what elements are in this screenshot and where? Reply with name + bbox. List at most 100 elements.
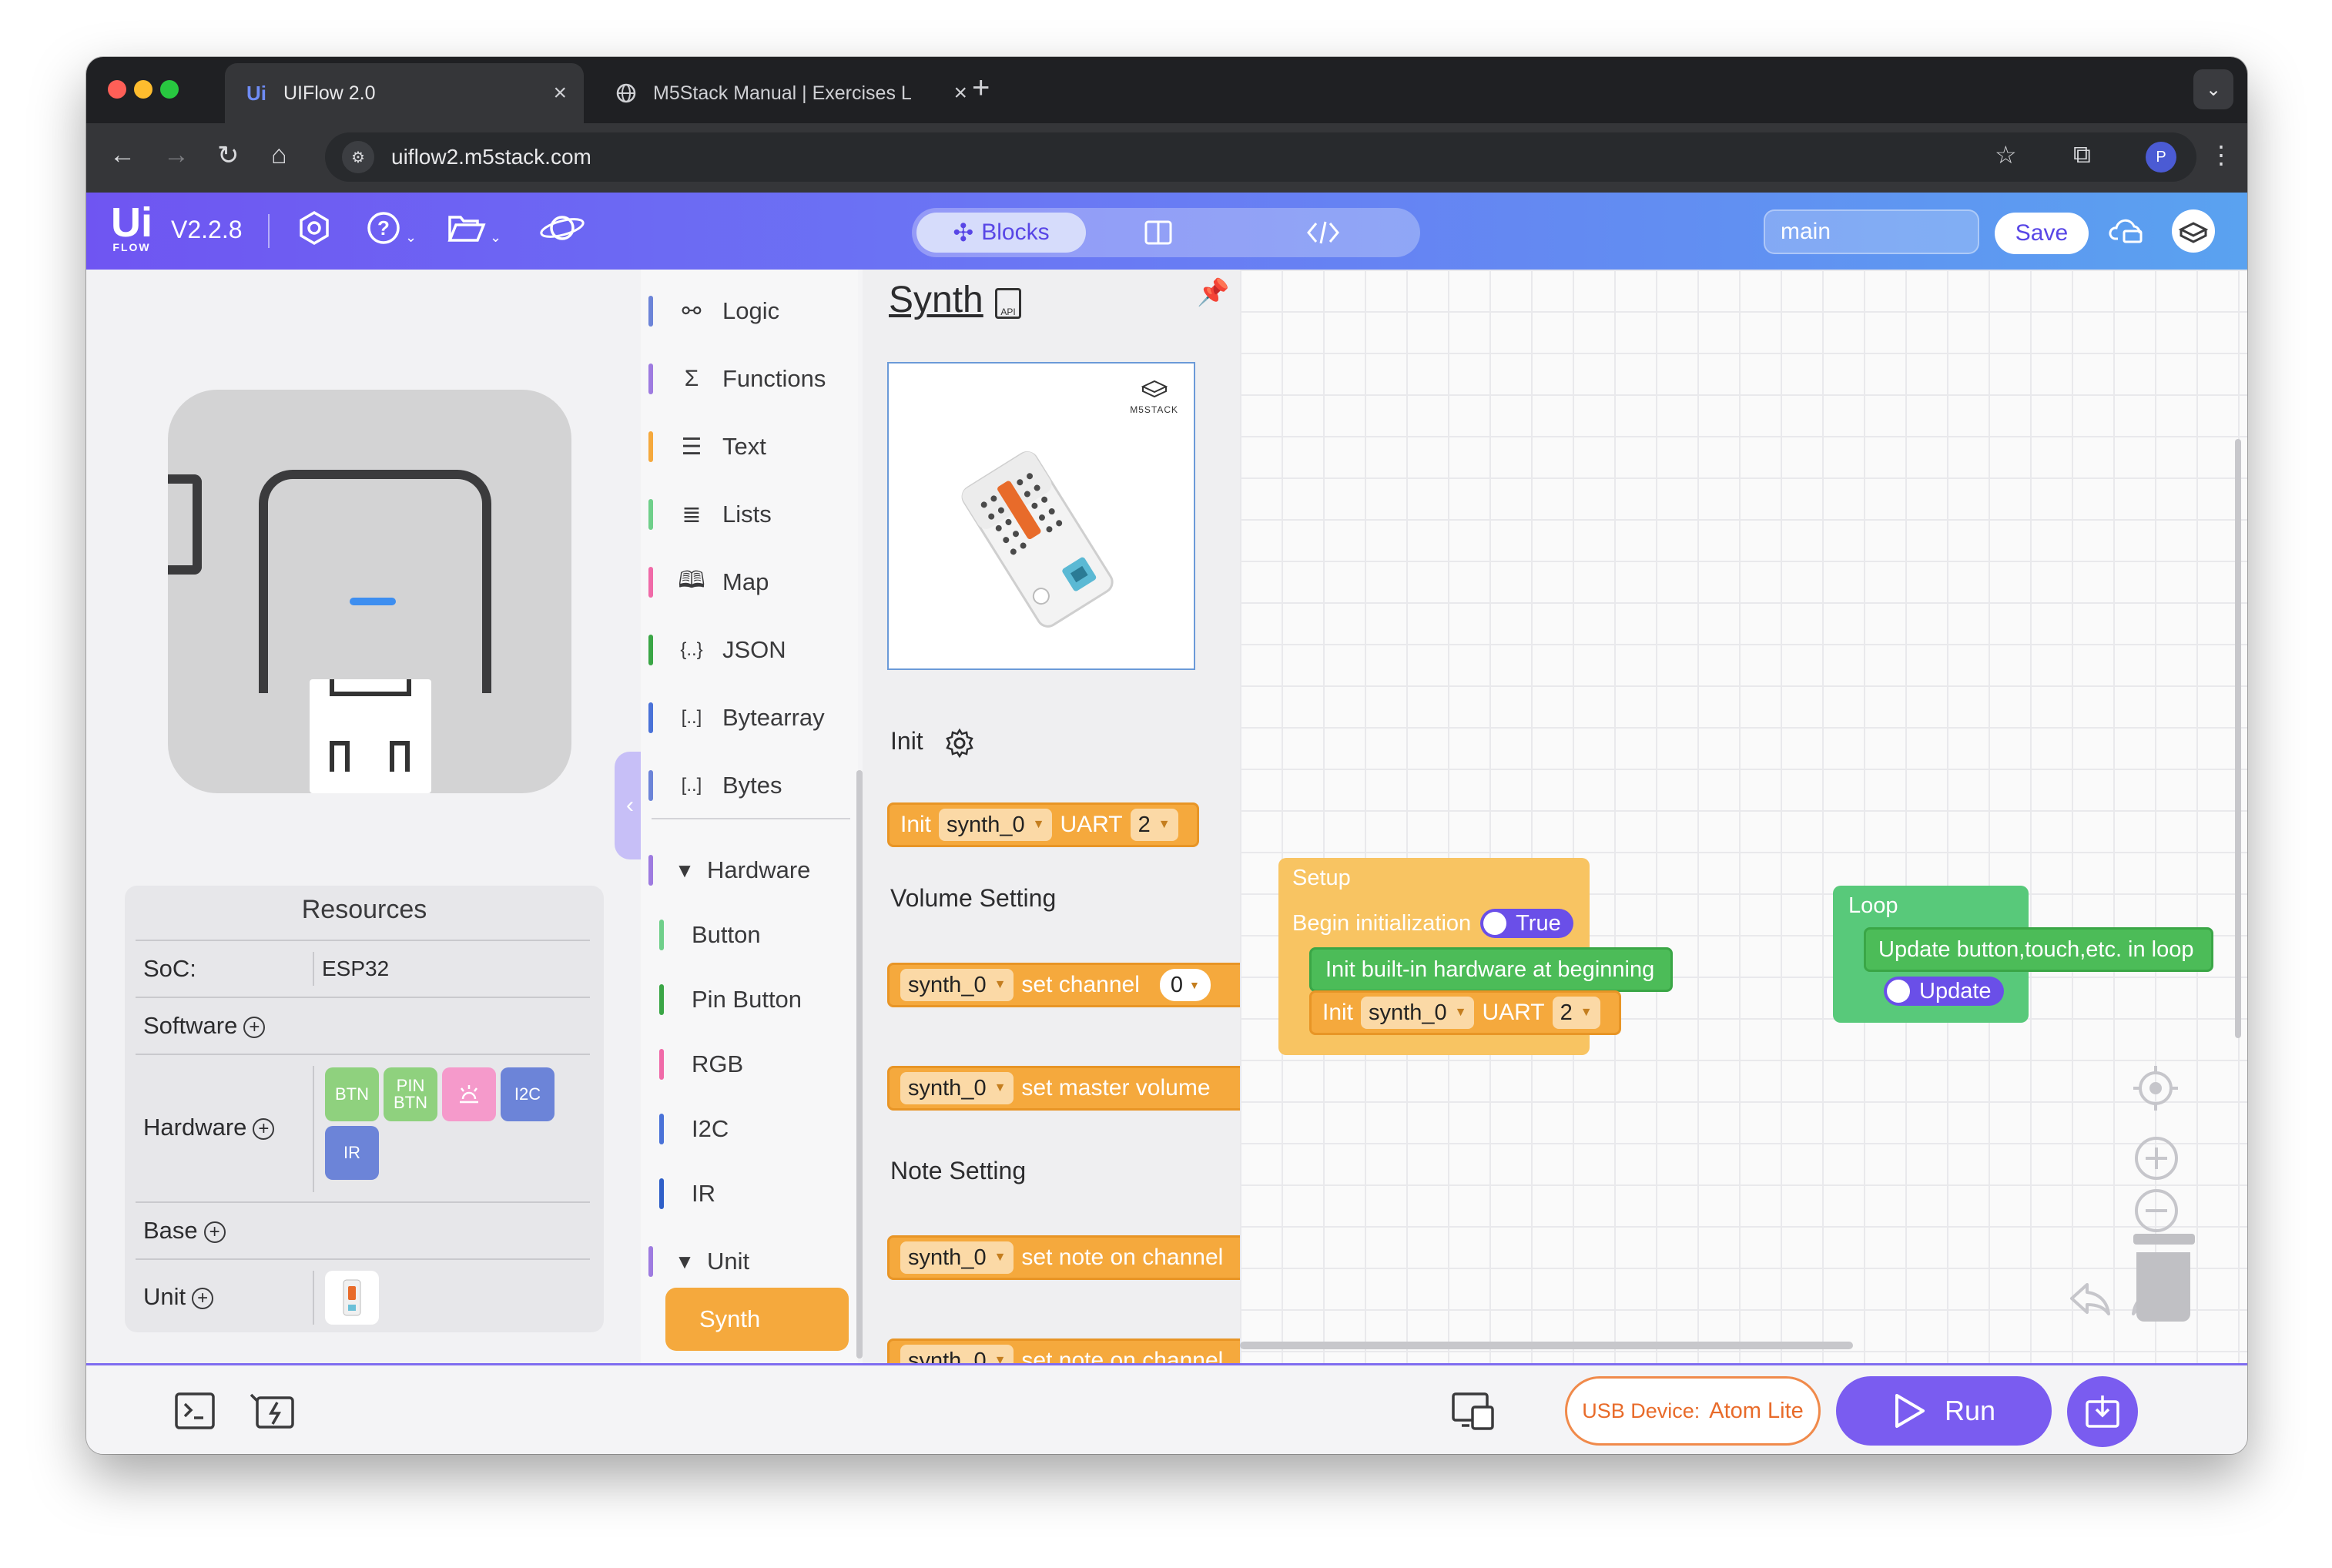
back-icon[interactable]: ← [109, 140, 136, 170]
add-base-icon[interactable]: + [203, 1221, 226, 1243]
save-button[interactable]: Save [1995, 213, 2089, 254]
category-i2c[interactable]: I2C [648, 1106, 729, 1152]
add-software-icon[interactable]: + [243, 1016, 266, 1038]
planet-icon[interactable] [539, 209, 585, 257]
undo-icon[interactable] [2069, 1280, 2112, 1328]
category-functions[interactable]: Σ Functions [648, 356, 826, 402]
update-toggle[interactable]: Update [1884, 977, 2004, 1007]
workspace-vertical-scrollbar[interactable] [2235, 439, 2241, 1038]
workspace-horizontal-scrollbar[interactable] [1240, 1342, 1853, 1349]
variable-dropdown[interactable]: synth_0 ▼ [900, 969, 1014, 1001]
init-builtin-hardware-block[interactable]: Init built-in hardware at beginning [1309, 947, 1673, 992]
tab-code[interactable] [1277, 213, 1369, 253]
category-map[interactable]: 🕮 Map [648, 559, 769, 605]
base-label[interactable]: Base + [143, 1217, 226, 1245]
browser-menu-icon[interactable]: ⋮ [2209, 140, 2233, 169]
unit-label[interactable]: Unit + [143, 1283, 214, 1311]
close-tab-icon[interactable]: × [553, 80, 567, 106]
download-to-device-button[interactable] [2067, 1376, 2138, 1447]
terminal-icon[interactable] [174, 1392, 216, 1439]
project-name-input[interactable]: main [1764, 209, 1979, 254]
category-button[interactable]: Button [648, 912, 761, 958]
cloud-sync-icon[interactable] [2109, 213, 2146, 254]
device-avatar-icon[interactable] [2170, 208, 2216, 262]
category-logic[interactable]: ⚯ Logic [648, 288, 779, 334]
variable-dropdown[interactable]: synth_0 ▼ [900, 1241, 1014, 1274]
set-channel-block[interactable]: synth_0 ▼ set channel 0 ▼ [887, 963, 1240, 1007]
category-pin-button[interactable]: Pin Button [648, 977, 802, 1023]
tab-uiflow[interactable]: Ui UIFlow 2.0 × [225, 63, 584, 123]
variable-dropdown[interactable]: synth_0 ▼ [900, 1072, 1014, 1104]
trash-icon[interactable] [2133, 1234, 2195, 1322]
tab-search-chevron-icon[interactable]: ⌄ [2193, 69, 2233, 109]
profile-avatar[interactable]: P [2146, 142, 2176, 173]
zoom-in-icon[interactable] [2133, 1135, 2180, 1191]
triangle-down-icon: ▼ [675, 858, 695, 882]
hardware-label[interactable]: Hardware + [143, 1114, 275, 1141]
hardware-chip-i2c[interactable]: I2C [501, 1067, 555, 1121]
hardware-chip-pin-btn[interactable]: PIN BTN [384, 1067, 437, 1121]
variable-dropdown[interactable]: synth_0 ▼ [1361, 997, 1475, 1029]
tab-split-view[interactable] [1112, 213, 1205, 253]
category-hardware[interactable]: ▼ Hardware [648, 847, 810, 893]
category-text[interactable]: ☰ Text [648, 424, 766, 470]
category-json[interactable]: {..} JSON [648, 627, 786, 673]
uart-dropdown[interactable]: 2 ▼ [1130, 809, 1178, 841]
reload-icon[interactable]: ↻ [217, 140, 240, 171]
update-in-loop-block[interactable]: Update button,touch,etc. in loop [1864, 927, 2213, 972]
update-toggle-pill[interactable]: Update [1884, 977, 2004, 1006]
loop-block[interactable]: Loop Update button,touch,etc. in loop Up… [1833, 886, 2213, 1023]
set-note-on-channel-block[interactable]: synth_0 ▼ set note on channel [887, 1235, 1240, 1280]
flash-firmware-icon[interactable] [250, 1392, 296, 1439]
category-lists[interactable]: ≣ Lists [648, 491, 772, 538]
flyout-title[interactable]: Synth [889, 279, 983, 321]
channel-number-field[interactable]: 0 ▼ [1159, 969, 1211, 1001]
categories-scrollbar[interactable] [856, 770, 863, 1359]
init-block[interactable]: Init synth_0 ▼ UART 2 ▼ [887, 802, 1199, 847]
variable-dropdown[interactable]: synth_0 ▼ [900, 1345, 1014, 1363]
gear-icon[interactable] [944, 727, 975, 758]
variable-dropdown[interactable]: synth_0 ▼ [939, 809, 1053, 841]
set-note-on-channel-block[interactable]: synth_0 ▼ set note on channel [887, 1338, 1240, 1363]
extensions-icon[interactable]: ⧉ [2073, 140, 2091, 169]
bookmark-star-icon[interactable]: ☆ [1995, 140, 2017, 169]
api-doc-icon[interactable]: API [995, 288, 1021, 319]
zoom-window-button[interactable] [160, 80, 179, 99]
category-synth[interactable]: Synth [665, 1288, 849, 1351]
category-bytearray[interactable]: [..] Bytearray [648, 695, 825, 741]
uart-dropdown[interactable]: 2 ▼ [1552, 997, 1600, 1029]
setup-block[interactable]: Setup Begin initialization True Init bui… [1278, 858, 1673, 1055]
close-window-button[interactable] [108, 80, 126, 99]
settings-hexagon-icon[interactable] [296, 209, 333, 257]
add-unit-icon[interactable]: + [192, 1287, 214, 1309]
software-label[interactable]: Software + [143, 1012, 266, 1040]
close-tab-icon[interactable]: × [953, 80, 967, 106]
recenter-icon[interactable] [2130, 1063, 2181, 1123]
address-bar[interactable]: ⚙ uiflow2.m5stack.com [325, 132, 2196, 182]
synth-unit-thumbnail[interactable] [325, 1271, 379, 1325]
pin-icon[interactable]: 📌 [1197, 277, 1229, 308]
usb-device-status[interactable]: USB Device: Atom Lite [1565, 1376, 1821, 1446]
hardware-chip-ir[interactable]: IR [325, 1126, 379, 1180]
forward-icon[interactable]: → [163, 140, 189, 170]
category-unit[interactable]: ▼ Unit [648, 1238, 749, 1285]
category-bytes[interactable]: [..] Bytes [648, 762, 782, 809]
hardware-chip-rgb[interactable] [442, 1067, 496, 1121]
site-settings-icon[interactable]: ⚙ [342, 141, 374, 173]
new-tab-button[interactable]: + [972, 71, 990, 106]
category-ir[interactable]: IR [648, 1171, 715, 1217]
help-icon[interactable]: ? ⌄ [365, 209, 417, 259]
open-folder-icon[interactable]: ⌄ [447, 209, 501, 259]
run-button[interactable]: Run [1836, 1376, 2052, 1446]
blocks-workspace[interactable]: Setup Begin initialization True Init bui… [1240, 270, 2247, 1363]
home-icon[interactable]: ⌂ [271, 140, 287, 170]
set-master-volume-block[interactable]: synth_0 ▼ set master volume [887, 1066, 1240, 1111]
device-screen-icon[interactable] [1451, 1392, 1496, 1440]
add-hardware-icon[interactable]: + [253, 1117, 275, 1140]
true-toggle[interactable]: True [1480, 909, 1573, 938]
category-rgb[interactable]: RGB [648, 1041, 743, 1087]
init-synth-block[interactable]: Init synth_0 ▼ UART 2 ▼ [1309, 990, 1621, 1035]
tab-blocks[interactable]: ✣ Blocks [916, 213, 1086, 253]
hardware-chip-btn[interactable]: BTN [325, 1067, 379, 1121]
minimize-window-button[interactable] [134, 80, 152, 99]
